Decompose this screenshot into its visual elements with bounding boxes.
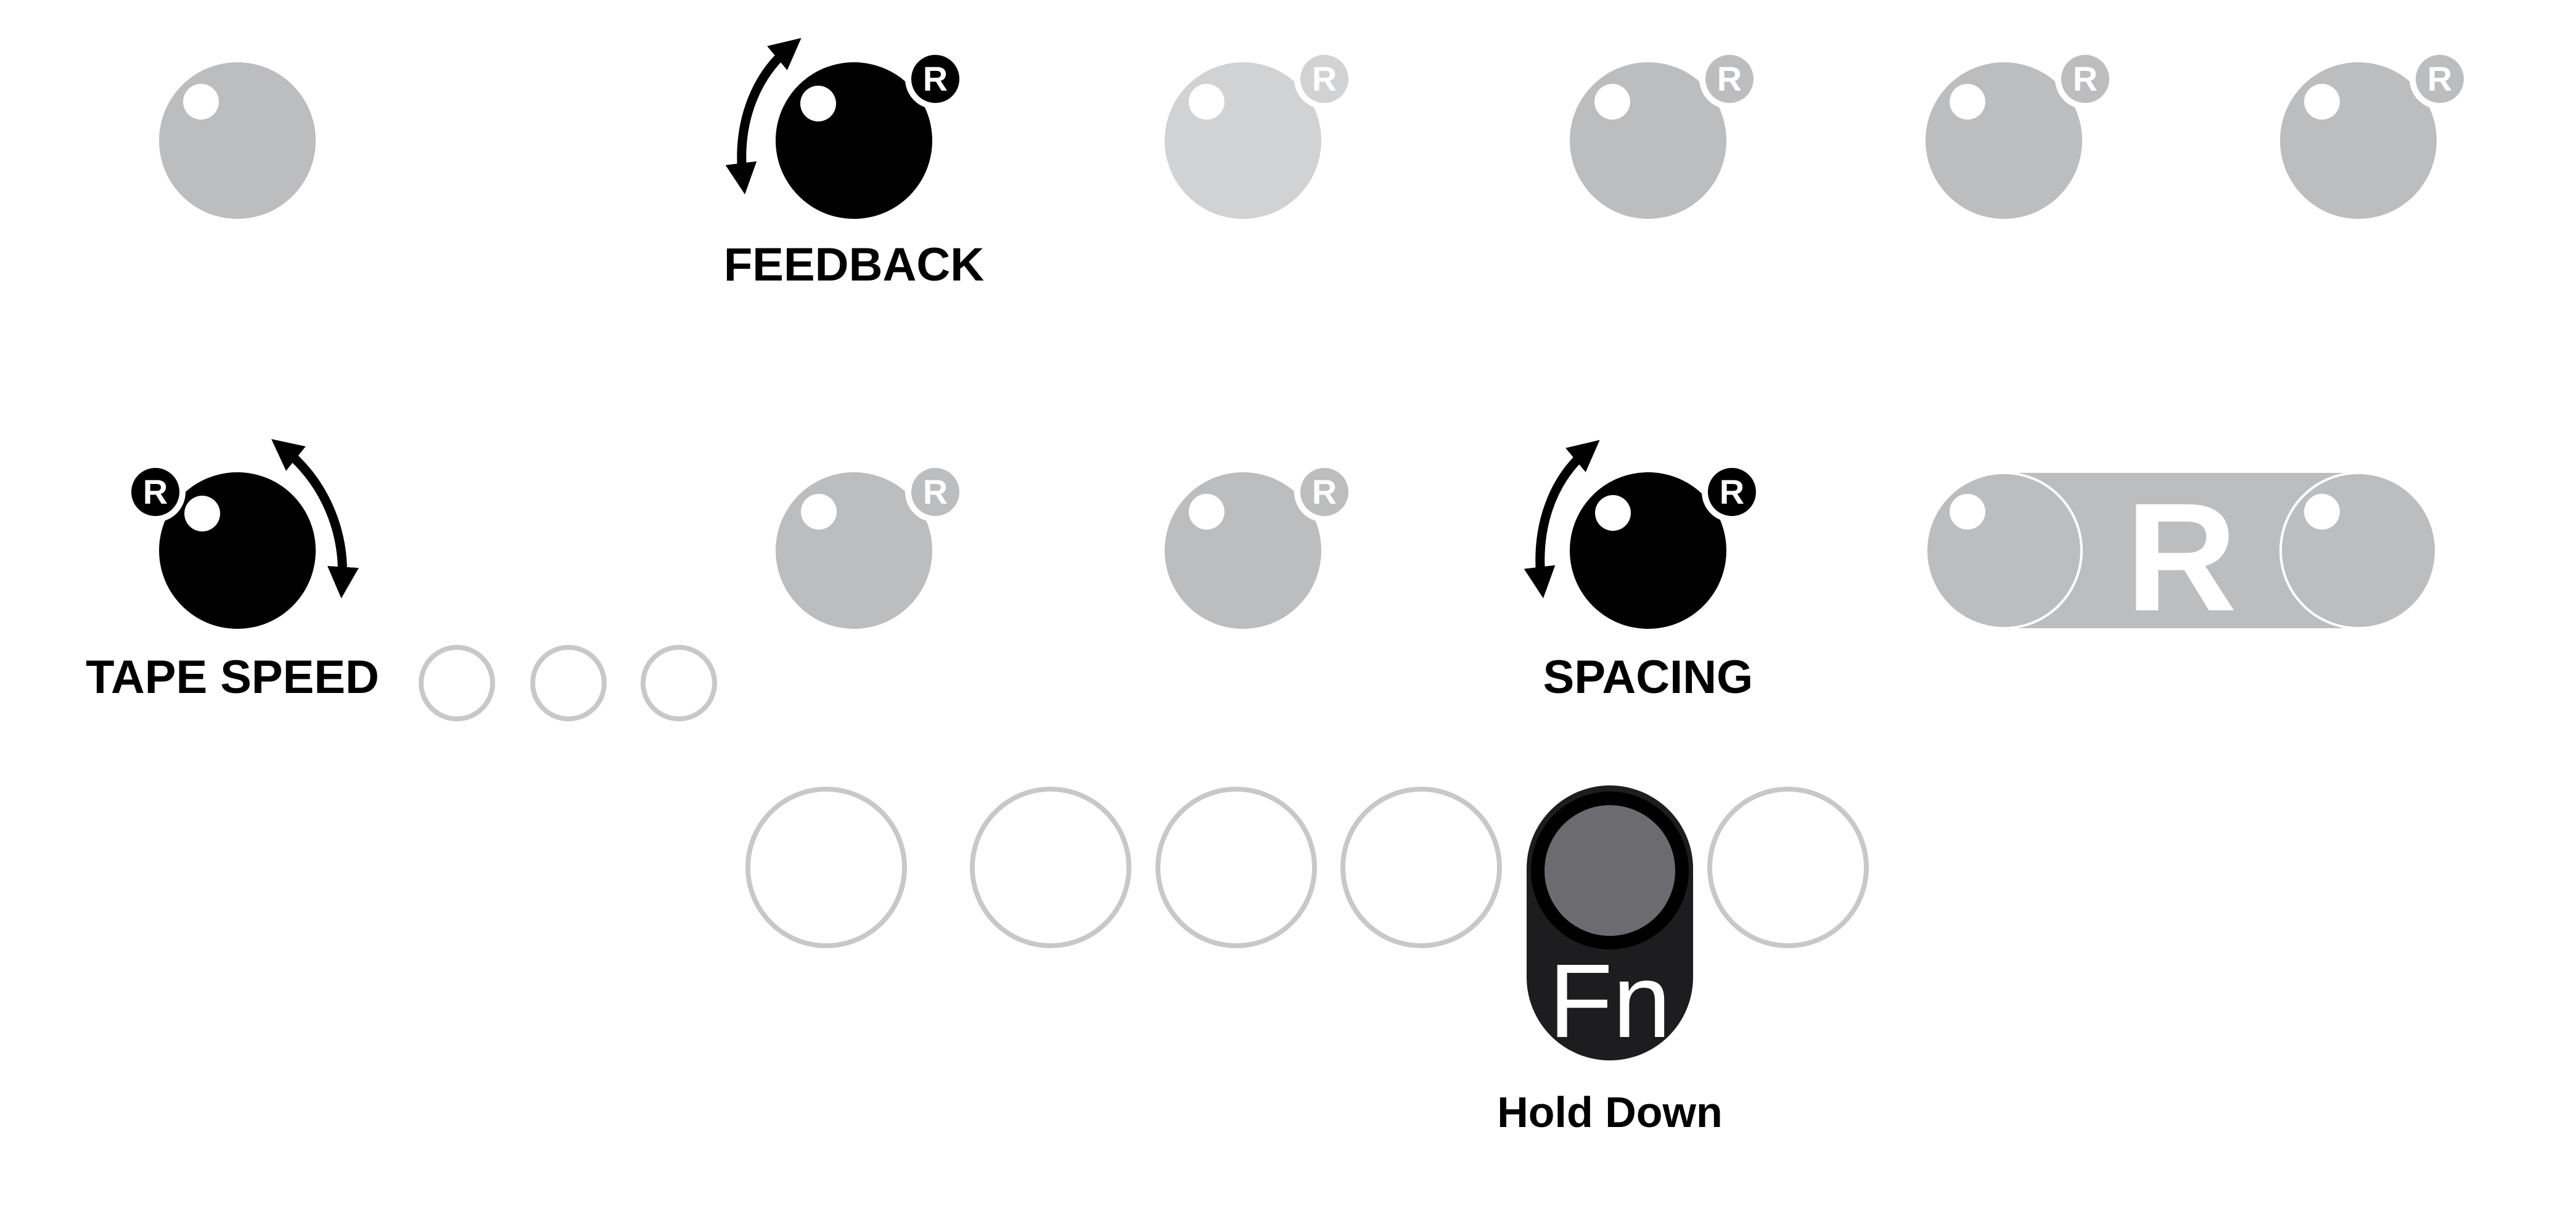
hold-down-label: Hold Down bbox=[1497, 1088, 1722, 1136]
fn-button[interactable]: Fn bbox=[1527, 785, 1693, 1060]
reset-badge-icon: R bbox=[1720, 472, 1744, 511]
knob-top-4-reset-badge: R bbox=[1699, 49, 1760, 109]
reset-badge-icon: R bbox=[1312, 59, 1337, 98]
reset-badge-icon: R bbox=[143, 472, 168, 511]
button-2[interactable] bbox=[970, 787, 1131, 948]
dual-knob-switch[interactable]: R bbox=[1925, 471, 2437, 643]
knob-mid-3-reset-badge: R bbox=[1294, 462, 1355, 522]
fn-label: Fn bbox=[1549, 943, 1671, 1060]
switch-reset-letter: R bbox=[2126, 471, 2238, 643]
knob-mid-2-reset-badge: R bbox=[905, 462, 966, 522]
reset-badge-icon: R bbox=[1717, 59, 1742, 98]
knob-top-3-reset-badge: R bbox=[1294, 49, 1355, 109]
button-6[interactable] bbox=[1707, 787, 1869, 948]
knob-top-1[interactable] bbox=[159, 62, 316, 219]
button-4[interactable] bbox=[1340, 787, 1502, 948]
reset-badge-icon: R bbox=[1312, 472, 1337, 511]
control-panel-diagram: R R R R R FEEDBACK R R R R R TAPE SPEED … bbox=[86, 38, 2470, 1136]
led-indicator-3 bbox=[641, 645, 717, 721]
feedback-reset-badge: R bbox=[905, 49, 966, 109]
reset-badge-icon: R bbox=[2073, 59, 2098, 98]
reset-badge-icon: R bbox=[923, 472, 948, 511]
led-indicator-2 bbox=[530, 645, 607, 721]
feedback-label: FEEDBACK bbox=[724, 239, 984, 291]
tape-speed-label: TAPE SPEED bbox=[86, 651, 379, 703]
knob-top-5-reset-badge: R bbox=[2055, 49, 2115, 109]
button-1[interactable] bbox=[745, 787, 907, 948]
knob-top-6-reset-badge: R bbox=[2410, 49, 2470, 109]
led-indicator-1 bbox=[419, 645, 495, 721]
switch-left-knob-dot bbox=[1950, 494, 1985, 530]
switch-right-knob-dot bbox=[2304, 494, 2340, 530]
tape-speed-reset-badge: R bbox=[125, 462, 186, 522]
button-3[interactable] bbox=[1155, 787, 1317, 948]
spacing-reset-badge: R bbox=[1702, 462, 1762, 522]
reset-badge-icon: R bbox=[923, 59, 948, 98]
reset-badge-icon: R bbox=[2427, 59, 2452, 98]
spacing-label: SPACING bbox=[1543, 651, 1754, 703]
